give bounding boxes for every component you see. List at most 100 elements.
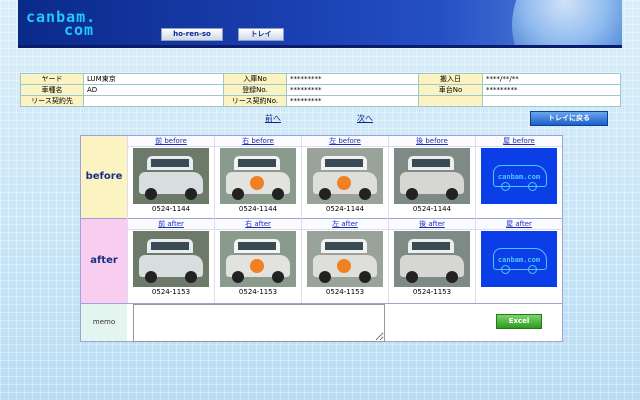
info-value: ********* [286,95,419,107]
info-label: 搬入日 [418,73,483,85]
tab-ho-ren-so[interactable]: ho-ren-so [161,28,223,41]
header-divider [18,45,622,48]
wheel-icon [232,271,244,283]
photo-caption-link[interactable]: 後 after [389,219,475,230]
column-divider [214,136,215,303]
car-window [325,242,363,250]
photo-code: 0524-1144 [151,205,191,213]
photo-caption-link[interactable]: 左 before [302,136,388,147]
wheel-icon [272,188,284,200]
wheel-icon [528,182,537,191]
info-row: 車種名 AD 登録No. ********* 車台No ********* [20,84,621,96]
after-row-label: after [81,219,127,303]
wheel-icon [406,271,418,283]
photo-code: 0524-1153 [412,288,452,296]
car-window [238,242,276,250]
photo-code [476,204,562,214]
vehicle-photo[interactable] [133,148,209,204]
vehicle-photo[interactable] [220,148,296,204]
photo-caption-link[interactable]: 左 after [302,219,388,230]
canbam-placeholder-image[interactable]: canbam.com [481,231,557,287]
before-photo-cell: 左 before 0524-1144 [302,136,388,214]
info-label: リース契約先 [20,95,84,107]
wheel-icon [501,182,510,191]
wheel-icon [359,188,371,200]
globe-graphic [512,0,622,45]
car-window [325,159,363,167]
before-photo-cell: 屋 before canbam.com [476,136,562,214]
info-value: LUM東京 [83,73,224,85]
info-value [83,95,224,107]
photo-caption-link[interactable]: 右 before [215,136,301,147]
wheel-icon [319,271,331,283]
photo-code [476,287,562,297]
photo-code: 0524-1144 [238,205,278,213]
before-photo-cell: 前 before 0524-1144 [128,136,214,214]
before-photo-cell: 右 before 0524-1144 [215,136,301,214]
door-logo-mark [337,176,351,190]
info-value: ********* [286,84,419,96]
vehicle-photo[interactable] [307,148,383,204]
info-value [482,95,621,107]
after-photo-cell: 前 after 0524-1153 [128,219,214,297]
info-value: ****/**/** [482,73,621,85]
next-link[interactable]: 次へ [357,113,373,124]
column-divider [475,136,476,303]
photo-caption-link[interactable]: 前 after [128,219,214,230]
vehicle-photo[interactable] [220,231,296,287]
column-divider [301,136,302,303]
wheel-icon [185,271,197,283]
info-label: ヤード [20,73,84,85]
before-row-label: before [81,136,127,218]
vehicle-photo[interactable] [133,231,209,287]
car-window [238,159,276,167]
info-value: ********* [286,73,419,85]
info-label: 車種名 [20,84,84,96]
photo-caption-link[interactable]: 前 before [128,136,214,147]
info-value: ********* [482,84,621,96]
wheel-icon [319,188,331,200]
photo-caption-link[interactable]: 右 after [215,219,301,230]
photo-code: 0524-1153 [151,288,191,296]
app-header: canbam. com ho-ren-so トレイ [18,0,622,45]
after-photo-cell: 左 after 0524-1153 [302,219,388,297]
wheel-icon [528,265,537,274]
info-row: リース契約先 リース契約No. ********* [20,95,621,107]
back-to-tray-button[interactable]: トレイに戻る [530,111,608,126]
column-divider [388,136,389,303]
photo-code: 0524-1153 [325,288,365,296]
photo-code: 0524-1144 [412,205,452,213]
wheel-icon [501,265,510,274]
wheel-icon [185,188,197,200]
placeholder-logo-text: canbam.com [497,173,541,181]
column-divider [127,136,128,303]
wheel-icon [446,188,458,200]
photo-caption-link[interactable]: 屋 after [476,219,562,230]
wheel-icon [446,271,458,283]
car-window [151,242,189,250]
tab-tray[interactable]: トレイ [238,28,284,41]
vehicle-photo[interactable] [307,231,383,287]
after-photo-cell: 屋 after canbam.com [476,219,562,297]
prev-link[interactable]: 前へ [265,113,281,124]
excel-button[interactable]: Excel [496,314,542,329]
after-photo-cell: 右 after 0524-1153 [215,219,301,297]
canbam-logo[interactable]: canbam. com [26,10,96,38]
vehicle-photo[interactable] [394,148,470,204]
info-label: 登録No. [223,84,287,96]
info-label: 入庫No [223,73,287,85]
car-window [151,159,189,167]
vehicle-photo[interactable] [394,231,470,287]
info-value: AD [83,84,224,96]
photo-caption-link[interactable]: 後 before [389,136,475,147]
vehicle-info-table: ヤード LUM東京 入庫No ********* 搬入日 ****/**/** … [20,73,621,107]
info-label: リース契約No. [223,95,287,107]
door-logo-mark [250,176,264,190]
door-logo-mark [337,259,351,273]
car-window [412,242,450,250]
wheel-icon [359,271,371,283]
photo-caption-link[interactable]: 屋 before [476,136,562,147]
canbam-placeholder-image[interactable]: canbam.com [481,148,557,204]
wheel-icon [406,188,418,200]
memo-textarea[interactable] [133,304,385,342]
